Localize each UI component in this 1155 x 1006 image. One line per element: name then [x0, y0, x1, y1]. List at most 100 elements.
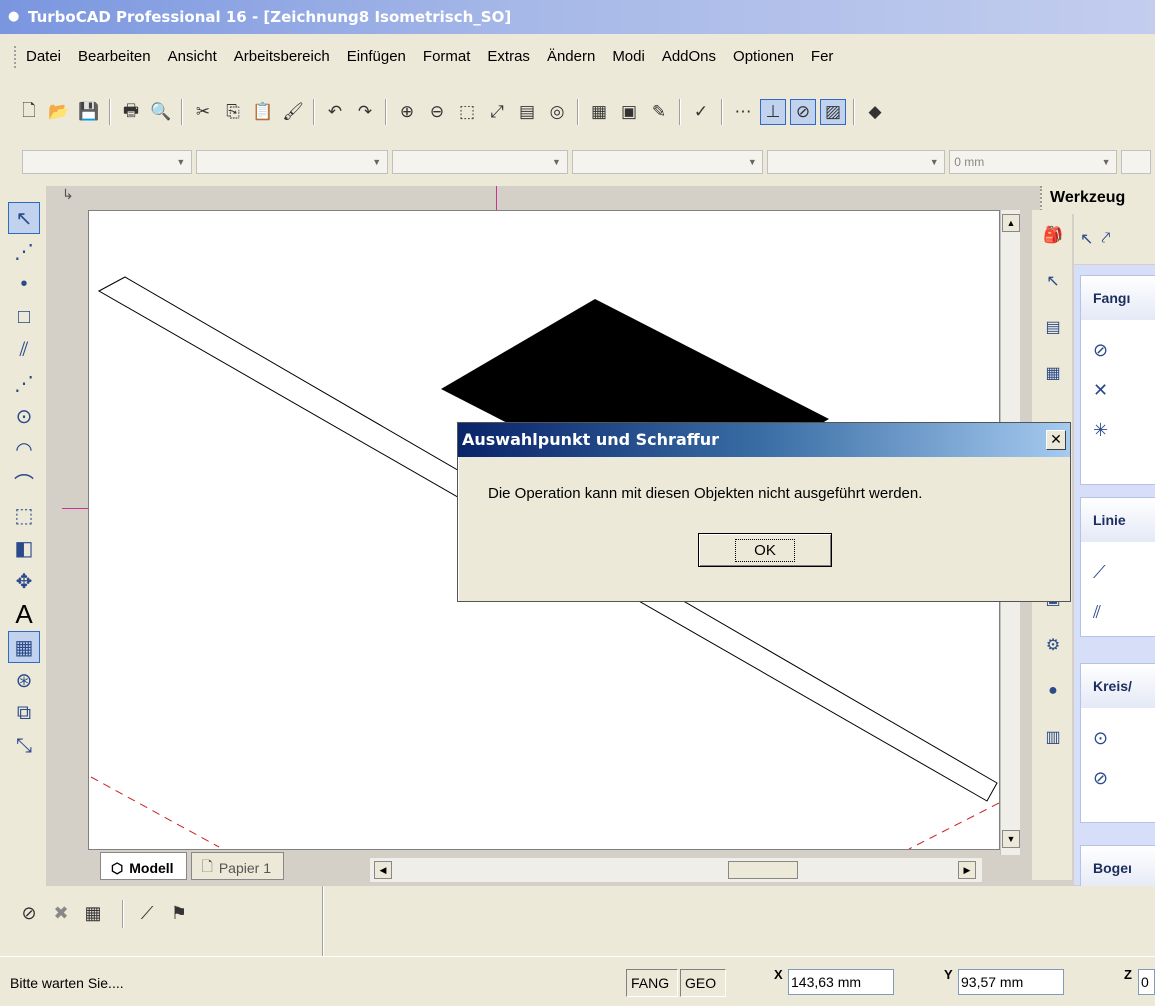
table-icon[interactable]: ▦: [80, 900, 106, 926]
fill-combo[interactable]: ▼: [571, 150, 764, 174]
color-combo[interactable]: ▼: [195, 150, 388, 174]
redo-icon[interactable]: ↷: [352, 99, 378, 125]
fang-indicator[interactable]: FANG: [626, 969, 678, 997]
chevron-down-icon[interactable]: ▼: [549, 154, 565, 170]
x-coordinate-field[interactable]: 143,63 mm: [788, 969, 894, 995]
horizontal-scrollbar[interactable]: ◀ ▶: [370, 858, 982, 882]
extra-combo[interactable]: [1121, 150, 1152, 174]
view-icon[interactable]: ▤: [514, 99, 540, 125]
menu-datei[interactable]: Datei: [26, 48, 61, 65]
snap-settings-icon[interactable]: ⊘: [16, 900, 42, 926]
new-icon[interactable]: 🗋: [16, 99, 42, 125]
design-icon[interactable]: ▦: [1038, 358, 1068, 388]
menu-aendern[interactable]: Ändern: [547, 48, 595, 65]
print-icon[interactable]: 🖶: [118, 99, 144, 125]
pan-icon[interactable]: ◎: [544, 99, 570, 125]
line-icon[interactable]: ⟋: [1093, 552, 1155, 592]
snap-toggle-icon[interactable]: ⊘: [790, 99, 816, 125]
snap-vertex-icon[interactable]: ⊘: [1093, 330, 1155, 370]
z-coordinate-field[interactable]: 0: [1138, 969, 1155, 995]
menu-ansicht[interactable]: Ansicht: [168, 48, 217, 65]
menu-arbeitsbereich[interactable]: Arbeitsbereich: [234, 48, 330, 65]
settings-gear-icon[interactable]: ⚙: [1038, 630, 1068, 660]
ok-button[interactable]: OK: [698, 533, 832, 567]
parallel-line-icon[interactable]: ⫽: [1093, 592, 1155, 632]
globe-icon[interactable]: ●: [1038, 676, 1068, 706]
dialog-title-bar[interactable]: Auswahlpunkt und Schraffur ✕: [458, 423, 1070, 457]
zoom-window-icon[interactable]: ⬚: [454, 99, 480, 125]
circle-tangent-icon[interactable]: ⊘: [1093, 758, 1155, 798]
scroll-right-icon[interactable]: ▶: [958, 861, 976, 879]
chevron-down-icon[interactable]: ▼: [173, 154, 189, 170]
snap-icon[interactable]: ⊥: [760, 99, 786, 125]
menu-fenster[interactable]: Fer: [811, 48, 834, 65]
properties-icon[interactable]: ▤: [1038, 312, 1068, 342]
scroll-up-icon[interactable]: ▲: [1002, 214, 1020, 232]
tab-modell[interactable]: ⬡ Modell: [100, 852, 187, 880]
rectangle-icon[interactable]: □: [8, 301, 40, 333]
arc-icon[interactable]: ◠: [8, 433, 40, 465]
menu-bearbeiten[interactable]: Bearbeiten: [78, 48, 151, 65]
chevron-down-icon[interactable]: ▼: [926, 154, 942, 170]
circle-icon[interactable]: ⊙: [8, 400, 40, 432]
box-3d-icon[interactable]: ⬚: [8, 499, 40, 531]
scroll-left-icon[interactable]: ◀: [374, 861, 392, 879]
cancel-icon[interactable]: ✖: [48, 900, 74, 926]
menu-extras[interactable]: Extras: [487, 48, 530, 65]
zoom-out-icon[interactable]: ⊖: [424, 99, 450, 125]
copy-icon[interactable]: ⎘: [220, 99, 246, 125]
grid-icon[interactable]: ⋯: [730, 99, 756, 125]
center-snap-icon[interactable]: ⊛: [8, 664, 40, 696]
line-width-combo[interactable]: ▼: [767, 150, 946, 174]
parallel-line-icon[interactable]: ⫽: [8, 334, 40, 366]
text-icon[interactable]: A: [8, 598, 40, 630]
menu-optionen[interactable]: Optionen: [733, 48, 794, 65]
insert-icon[interactable]: ⧉: [8, 697, 40, 729]
close-icon[interactable]: ✕: [1046, 430, 1066, 450]
group-linie-title[interactable]: Linie: [1081, 498, 1155, 542]
point-dot-icon[interactable]: •: [8, 268, 40, 300]
shape-3d-icon[interactable]: ◧: [8, 532, 40, 564]
undo-icon[interactable]: ↶: [322, 99, 348, 125]
object-icon[interactable]: ◆: [862, 99, 888, 125]
group-bogen-title[interactable]: Bogeı: [1081, 846, 1155, 890]
tools-icon[interactable]: 🎒: [1038, 220, 1068, 250]
hatch-tool-icon[interactable]: ▦: [8, 631, 40, 663]
tab-papier[interactable]: 🗋 Papier 1: [190, 852, 284, 880]
snap-center-icon[interactable]: ✳: [1093, 410, 1155, 450]
multi-line-icon[interactable]: ⋰: [8, 367, 40, 399]
scroll-down-icon[interactable]: ▼: [1002, 830, 1020, 848]
layer-combo[interactable]: ▼: [22, 150, 192, 174]
menu-einfuegen[interactable]: Einfügen: [347, 48, 406, 65]
select-arrow-icon[interactable]: ↖: [8, 202, 40, 234]
chevron-down-icon[interactable]: ▼: [744, 154, 760, 170]
curve-icon[interactable]: ⌒: [8, 466, 40, 498]
snap-intersection-icon[interactable]: ✕: [1093, 370, 1155, 410]
draw-icon[interactable]: ✎: [646, 99, 672, 125]
circle-icon[interactable]: ⊙: [1093, 718, 1155, 758]
line-width-value[interactable]: 0 mm ▼: [949, 150, 1118, 174]
format-painter-icon[interactable]: 🖌: [280, 99, 306, 125]
menu-modi[interactable]: Modi: [612, 48, 645, 65]
y-coordinate-field[interactable]: 93,57 mm: [958, 969, 1064, 995]
point-icon[interactable]: ⋰: [8, 235, 40, 267]
print-preview-icon[interactable]: 🔍: [148, 99, 174, 125]
design-director-icon[interactable]: ▣: [616, 99, 642, 125]
menu-addons[interactable]: AddOns: [662, 48, 716, 65]
select-node-icon[interactable]: ⤤: [1101, 230, 1110, 248]
dimension-icon[interactable]: ⤡: [8, 730, 40, 762]
group-fang-title[interactable]: Fangı: [1081, 276, 1155, 320]
library-icon[interactable]: ▥: [1038, 722, 1068, 752]
menu-format[interactable]: Format: [423, 48, 471, 65]
select-arrow-icon[interactable]: ↖: [1080, 229, 1093, 249]
finish-flag-icon[interactable]: ⚑: [166, 900, 192, 926]
geo-indicator[interactable]: GEO: [680, 969, 726, 997]
line-tool-icon[interactable]: ⟋: [134, 900, 160, 926]
save-icon[interactable]: 💾: [76, 99, 102, 125]
layer-icon[interactable]: ▦: [586, 99, 612, 125]
zoom-extents-icon[interactable]: ⤢: [484, 99, 510, 125]
pen-style-combo[interactable]: ▼: [391, 150, 568, 174]
open-icon[interactable]: 📂: [46, 99, 72, 125]
scroll-thumb[interactable]: [728, 861, 798, 879]
spell-check-icon[interactable]: ✓: [688, 99, 714, 125]
